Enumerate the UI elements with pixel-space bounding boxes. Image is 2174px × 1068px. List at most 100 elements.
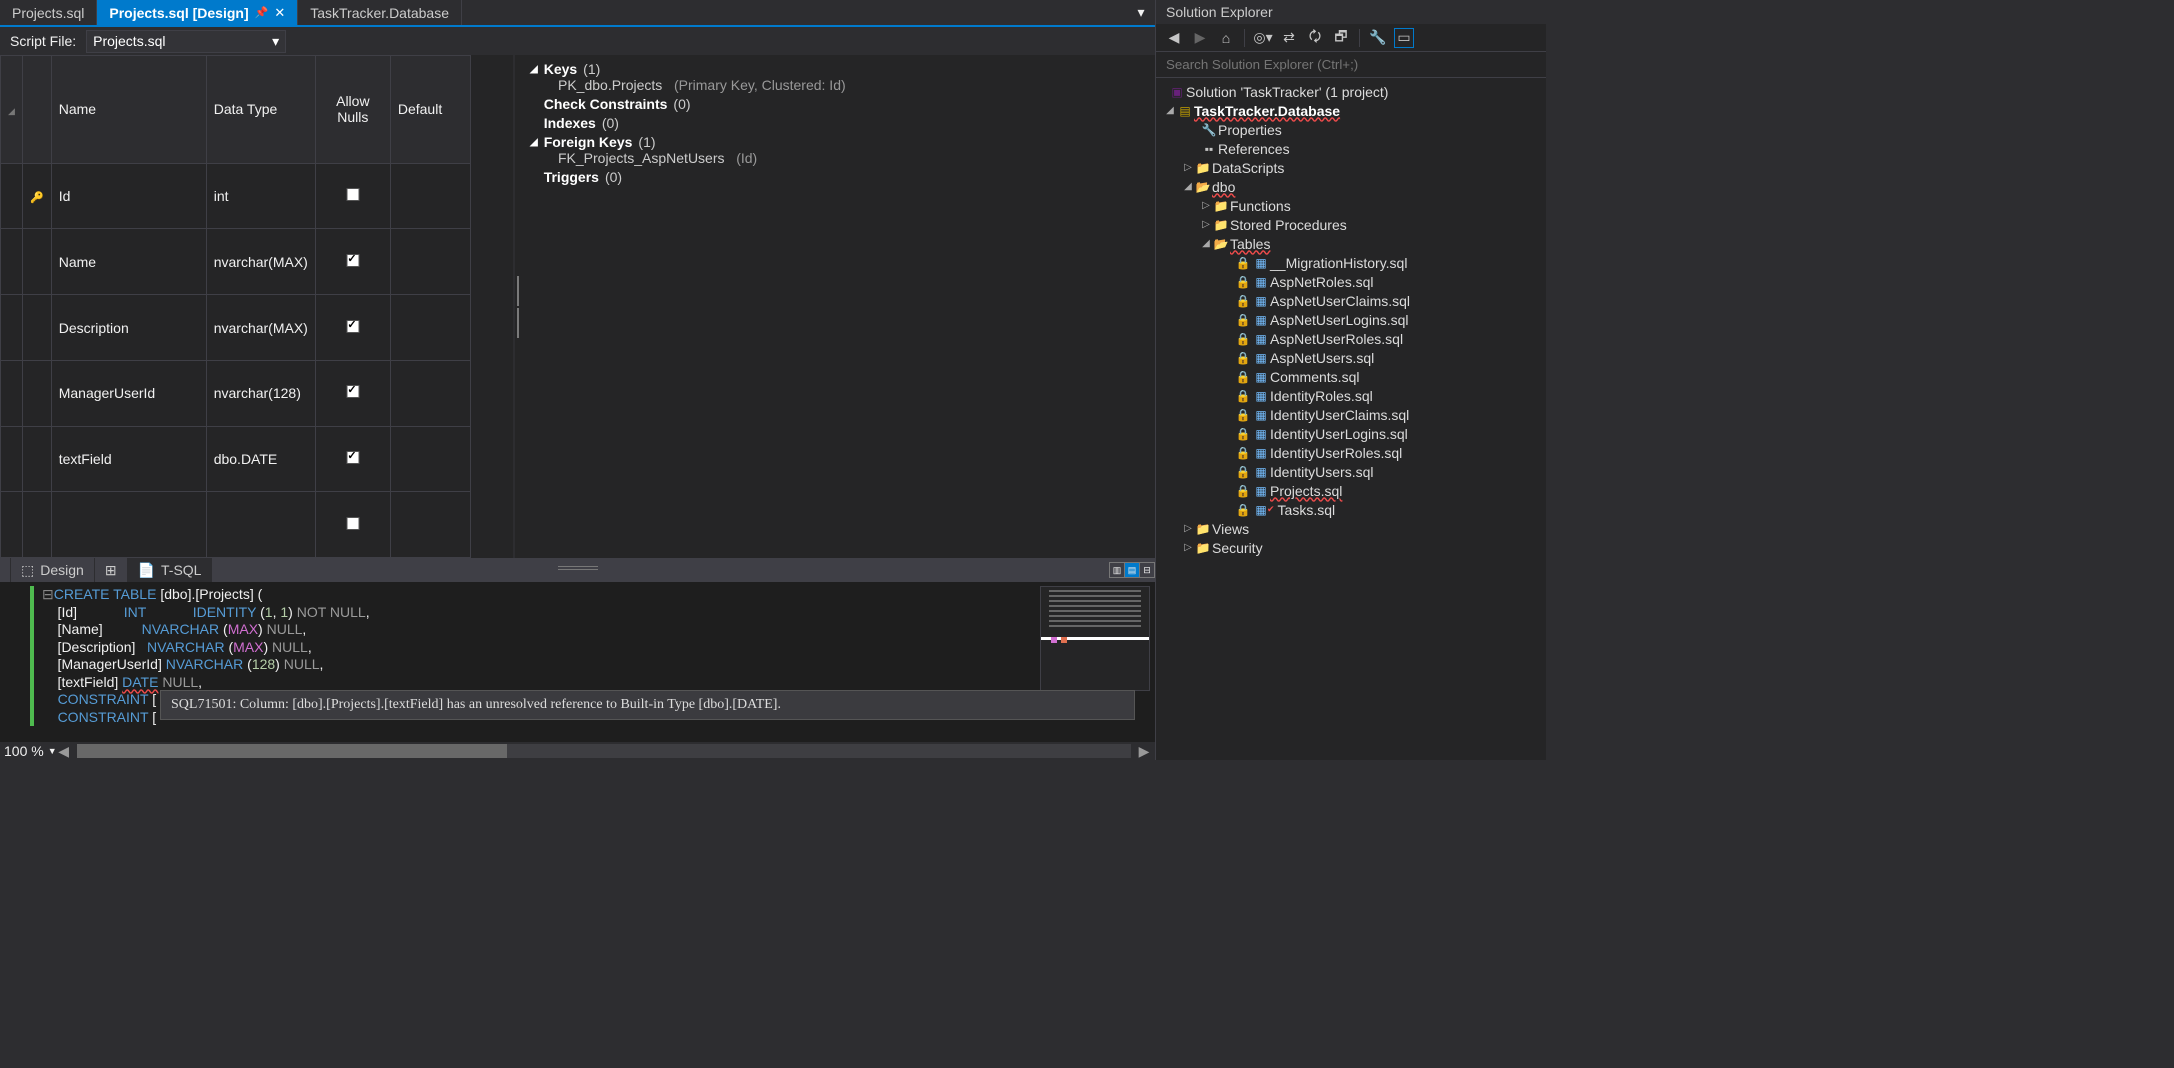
column-row[interactable]: Descriptionnvarchar(MAX) <box>1 295 471 361</box>
folder-tables[interactable]: ◢📂Tables <box>1156 234 1546 253</box>
split-horizontal-icon[interactable]: ▥ <box>1109 562 1125 578</box>
folder-views[interactable]: ▷📁Views <box>1156 519 1546 538</box>
keys-header[interactable]: ◢Keys (1) <box>530 61 1145 77</box>
allow-nulls-checkbox[interactable] <box>346 385 359 398</box>
properties-button[interactable]: 🔧 <box>1368 28 1388 48</box>
column-grid[interactable]: ◢ Name Data Type Allow Nulls Default 🔑Id… <box>0 55 515 558</box>
sql-file-node[interactable]: 🔒▦IdentityUserRoles.sql <box>1156 443 1546 462</box>
column-row[interactable]: 🔑Idint <box>1 163 471 229</box>
sql-file-node[interactable]: 🔒▦__MigrationHistory.sql <box>1156 253 1546 272</box>
scope-button[interactable]: ◎▾ <box>1253 28 1273 48</box>
sql-file-node[interactable]: 🔒▦IdentityUsers.sql <box>1156 462 1546 481</box>
tab-tasktracker-db[interactable]: TaskTracker.Database <box>298 0 462 25</box>
sql-file-node[interactable]: 🔒▦AspNetUserLogins.sql <box>1156 310 1546 329</box>
caret-down-icon[interactable]: ◢ <box>1200 238 1212 249</box>
refresh-button[interactable]: 🗘 <box>1305 28 1325 48</box>
sql-file-node[interactable]: 🔒▦AspNetUserRoles.sql <box>1156 329 1546 348</box>
caret-right-icon[interactable]: ▷ <box>1182 542 1194 553</box>
check-constraints-header[interactable]: ◢Check Constraints (0) <box>530 96 1145 112</box>
script-file-select[interactable]: Projects.sql ▾ <box>86 30 286 53</box>
column-name[interactable]: Name <box>51 229 206 295</box>
sql-file-node[interactable]: 🔒▦IdentityUserLogins.sql <box>1156 424 1546 443</box>
sync-button[interactable]: ⇄ <box>1279 28 1299 48</box>
column-row[interactable]: Namenvarchar(MAX) <box>1 229 471 295</box>
folder-dbo[interactable]: ◢📂dbo <box>1156 177 1546 196</box>
caret-down-icon[interactable]: ◢ <box>1182 181 1194 192</box>
allow-nulls-checkbox[interactable] <box>346 188 359 201</box>
col-name-header[interactable]: Name <box>51 56 206 164</box>
zoom-control[interactable]: 100 %▼ <box>4 743 57 759</box>
scrollbar-thumb[interactable] <box>77 744 507 758</box>
allow-nulls-checkbox[interactable] <box>346 320 359 333</box>
show-all-button[interactable]: 🗗 <box>1331 28 1351 48</box>
split-vertical-icon[interactable]: ▤ <box>1124 562 1140 578</box>
caret-right-icon[interactable]: ▷ <box>1200 219 1212 230</box>
tab-projects-design[interactable]: Projects.sql [Design] 📌 ✕ <box>97 0 298 25</box>
folder-sprocs[interactable]: ▷📁Stored Procedures <box>1156 215 1546 234</box>
tab-overflow-button[interactable]: ▾ <box>1131 0 1151 25</box>
col-type-header[interactable]: Data Type <box>206 56 315 164</box>
horizontal-splitter[interactable] <box>558 566 598 570</box>
col-selector-header[interactable]: ◢ <box>1 56 23 164</box>
pin-icon[interactable]: 📌 <box>255 6 269 19</box>
map-view-tab[interactable]: ⊞ <box>95 558 128 582</box>
column-name[interactable]: Description <box>51 295 206 361</box>
column-type[interactable]: nvarchar(MAX) <box>206 229 315 295</box>
caret-down-icon[interactable]: ◢ <box>1164 105 1176 116</box>
project-node[interactable]: ◢▤TaskTracker.Database <box>1156 101 1546 120</box>
tsql-editor[interactable]: ⊟CREATE TABLE [dbo].[Projects] ( [Id] IN… <box>0 582 1155 742</box>
col-default-header[interactable]: Default <box>390 56 470 164</box>
scroll-right-icon[interactable]: ▶ <box>1137 744 1151 758</box>
preview-button[interactable]: ▭ <box>1394 28 1414 48</box>
column-name[interactable]: ManagerUserId <box>51 360 206 426</box>
col-nulls-header[interactable]: Allow Nulls <box>315 56 390 164</box>
column-type[interactable]: int <box>206 163 315 229</box>
tab-projects-sql[interactable]: Projects.sql <box>0 0 97 25</box>
properties-node[interactable]: 🔧Properties <box>1156 120 1546 139</box>
file-label: AspNetUsers.sql <box>1270 350 1374 366</box>
column-type[interactable]: nvarchar(MAX) <box>206 295 315 361</box>
tsql-tab[interactable]: 📄T-SQL <box>128 558 213 582</box>
folder-functions[interactable]: ▷📁Functions <box>1156 196 1546 215</box>
horizontal-scrollbar[interactable] <box>77 744 1131 758</box>
solution-node[interactable]: ▣Solution 'TaskTracker' (1 project) <box>1156 82 1546 101</box>
indexes-header[interactable]: ◢Indexes (0) <box>530 115 1145 131</box>
sql-file-node[interactable]: 🔒▦Projects.sql <box>1156 481 1546 500</box>
solution-tree[interactable]: ▣Solution 'TaskTracker' (1 project) ◢▤Ta… <box>1156 78 1546 760</box>
code-minimap[interactable] <box>1040 586 1150 691</box>
back-button[interactable]: ◀ <box>1164 28 1184 48</box>
home-button[interactable]: ⌂ <box>1216 28 1236 48</box>
sql-file-node[interactable]: 🔒▦IdentityUserClaims.sql <box>1156 405 1546 424</box>
close-icon[interactable]: ✕ <box>274 5 285 21</box>
column-type[interactable]: nvarchar(128) <box>206 360 315 426</box>
allow-nulls-checkbox[interactable] <box>346 451 359 464</box>
forward-button[interactable]: ▶ <box>1190 28 1210 48</box>
sql-file-node[interactable]: 🔒▦✔Tasks.sql <box>1156 500 1546 519</box>
swap-panes-icon[interactable]: ⊟ <box>1139 562 1155 578</box>
column-row[interactable]: textFielddbo.DATE <box>1 426 471 492</box>
new-column-row[interactable] <box>1 492 471 558</box>
sql-file-node[interactable]: 🔒▦AspNetUserClaims.sql <box>1156 291 1546 310</box>
caret-right-icon[interactable]: ▷ <box>1200 200 1212 211</box>
design-tab[interactable]: ⬚Design <box>10 558 95 582</box>
keys-item[interactable]: PK_dbo.Projects (Primary Key, Clustered:… <box>530 77 1145 93</box>
caret-right-icon[interactable]: ▷ <box>1182 523 1194 534</box>
triggers-header[interactable]: ◢Triggers (0) <box>530 169 1145 185</box>
column-name[interactable]: textField <box>51 426 206 492</box>
column-row[interactable]: ManagerUserIdnvarchar(128) <box>1 360 471 426</box>
sql-file-node[interactable]: 🔒▦AspNetUsers.sql <box>1156 348 1546 367</box>
solution-explorer-search[interactable] <box>1156 52 1546 78</box>
foreign-key-item[interactable]: FK_Projects_AspNetUsers (Id) <box>530 150 1145 166</box>
caret-right-icon[interactable]: ▷ <box>1182 162 1194 173</box>
sql-file-node[interactable]: 🔒▦AspNetRoles.sql <box>1156 272 1546 291</box>
sql-file-node[interactable]: 🔒▦IdentityRoles.sql <box>1156 386 1546 405</box>
column-name[interactable]: Id <box>51 163 206 229</box>
allow-nulls-checkbox[interactable] <box>346 254 359 267</box>
folder-datascripts[interactable]: ▷📁DataScripts <box>1156 158 1546 177</box>
scroll-left-icon[interactable]: ◀ <box>57 744 71 758</box>
column-type[interactable]: dbo.DATE <box>206 426 315 492</box>
foreign-keys-header[interactable]: ◢Foreign Keys (1) <box>530 134 1145 150</box>
references-node[interactable]: ▪▪References <box>1156 139 1546 158</box>
sql-file-node[interactable]: 🔒▦Comments.sql <box>1156 367 1546 386</box>
folder-security[interactable]: ▷📁Security <box>1156 538 1546 557</box>
